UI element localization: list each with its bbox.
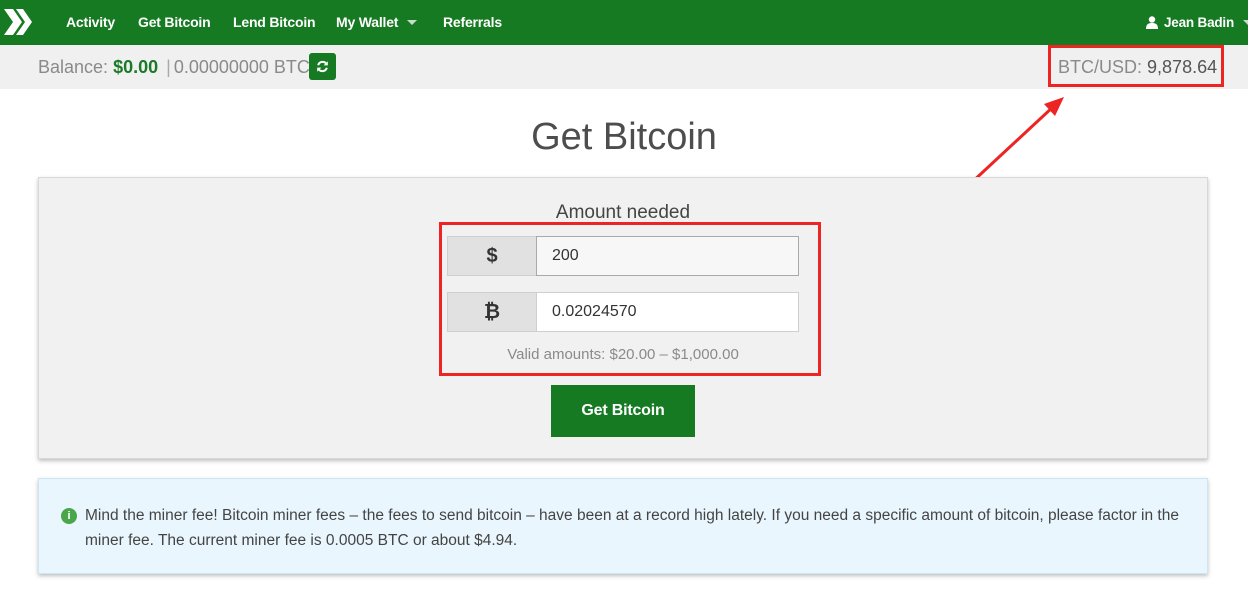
dollar-icon: $ (447, 236, 536, 276)
balance-btc: 0.00000000 BTC (173, 57, 310, 77)
balance-label: Balance: (38, 57, 109, 77)
bitcoin-icon: ₿ (447, 292, 536, 332)
nav-activity[interactable]: Activity (66, 0, 115, 45)
btc-amount-input[interactable]: 0.02024570 (536, 292, 799, 332)
balance-display: Balance: $0.00 | 0.00000000 BTC (38, 57, 310, 78)
logo-icon[interactable] (4, 9, 34, 35)
user-menu[interactable]: Jean Badin (1146, 0, 1248, 45)
chevron-down-icon (1243, 20, 1248, 25)
balance-separator: | (166, 57, 171, 77)
get-bitcoin-panel: Amount needed $ 200 ₿ 0.02024570 Valid a… (38, 177, 1208, 459)
user-name: Jean Badin (1164, 15, 1235, 30)
chevron-down-icon (407, 20, 418, 25)
nav-lend-bitcoin[interactable]: Lend Bitcoin (233, 0, 316, 45)
refresh-button[interactable] (309, 53, 336, 80)
nav-my-wallet[interactable]: My Wallet (336, 0, 418, 45)
btc-input-group: ₿ 0.02024570 (447, 292, 799, 332)
balance-usd: $0.00 (113, 57, 159, 77)
top-navbar: Activity Get Bitcoin Lend Bitcoin My Wal… (0, 0, 1248, 45)
miner-fee-notice: i Mind the miner fee! Bitcoin miner fees… (38, 478, 1208, 574)
refresh-icon (317, 60, 328, 73)
usd-input-group: $ 200 (447, 236, 799, 276)
page-title: Get Bitcoin (531, 116, 717, 158)
get-bitcoin-button[interactable]: Get Bitcoin (551, 385, 695, 437)
amount-needed-label: Amount needed (555, 202, 691, 223)
usd-amount-input[interactable]: 200 (536, 236, 799, 276)
valid-amounts-text: Valid amounts: $20.00 – $1,000.00 (507, 346, 739, 363)
annotation-box-rate (1048, 45, 1224, 87)
nav-referrals[interactable]: Referrals (443, 0, 502, 45)
nav-my-wallet-label: My Wallet (336, 14, 399, 30)
user-icon (1146, 16, 1158, 29)
nav-get-bitcoin[interactable]: Get Bitcoin (138, 0, 211, 45)
info-icon: i (61, 508, 77, 524)
miner-fee-text: Mind the miner fee! Bitcoin miner fees –… (85, 507, 1179, 549)
